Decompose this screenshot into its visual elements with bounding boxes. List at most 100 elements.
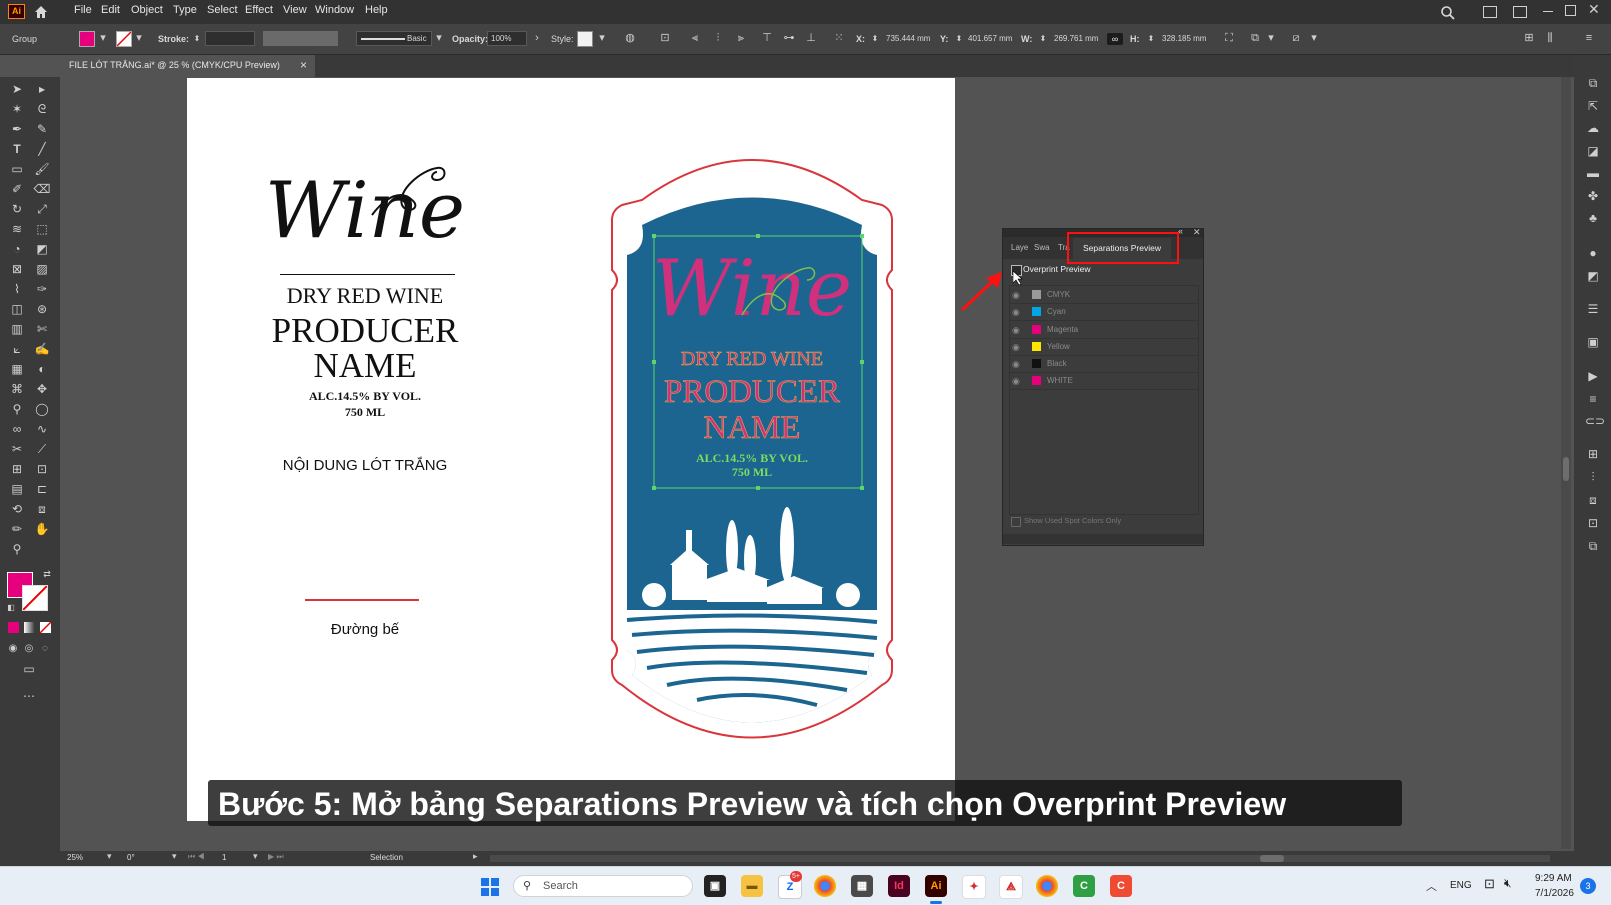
blend-tool-icon[interactable]: ◫ bbox=[8, 300, 26, 318]
artboard[interactable]: Wine DRY RED WINE PRODUCER NAME ALC.14.5… bbox=[187, 78, 955, 821]
zoom-tool-icon[interactable]: ⚲ bbox=[8, 540, 26, 558]
chevron-down-icon[interactable]: ▾ bbox=[253, 851, 258, 862]
chevron-right-icon[interactable]: › bbox=[530, 32, 544, 45]
arrange-icon[interactable] bbox=[1513, 6, 1527, 18]
windows-start-icon[interactable] bbox=[481, 878, 499, 896]
eyedropper-icon[interactable]: ✏ bbox=[8, 520, 26, 538]
lasso-tool-icon[interactable]: ᘓ bbox=[33, 100, 51, 118]
smooth-tool-icon[interactable]: ∿ bbox=[33, 420, 51, 438]
separations-preview-panel[interactable]: « ✕ Laye Swa Tra Separations Preview Ove… bbox=[1002, 226, 1204, 546]
stroke-panel-icon[interactable]: ≡ bbox=[1585, 391, 1601, 407]
blob-brush-tool-icon[interactable]: ◐ bbox=[33, 360, 51, 378]
file-explorer-icon[interactable]: ▬ bbox=[741, 875, 763, 897]
actions-icon[interactable]: ▶ bbox=[1585, 368, 1601, 384]
ellipse-tool-icon[interactable]: ◯ bbox=[33, 400, 51, 418]
artboard-number[interactable]: 1 bbox=[222, 853, 226, 862]
rotate-view-tool-icon[interactable]: ⟲ bbox=[8, 500, 26, 518]
chevron-down-icon[interactable]: ▾ bbox=[1307, 32, 1321, 45]
color-guide-icon[interactable]: ◪ bbox=[1585, 143, 1601, 159]
brushes-icon[interactable]: ✤ bbox=[1585, 188, 1601, 204]
language-indicator[interactable]: ENG bbox=[1450, 880, 1472, 891]
show-spot-colors-label[interactable]: Show Used Spot Colors Only bbox=[1024, 516, 1121, 525]
chart-tool-icon[interactable]: ▤ bbox=[8, 480, 26, 498]
gradient-tool-icon[interactable]: ▨ bbox=[33, 260, 51, 278]
brush-definition[interactable]: Basic bbox=[356, 31, 432, 46]
curvature-tool-icon[interactable]: ✎ bbox=[33, 120, 51, 138]
menu-icon[interactable]: ≡ bbox=[1582, 32, 1596, 45]
symbol-sprayer-tool-icon[interactable]: ⊛ bbox=[33, 300, 51, 318]
stepper-icon[interactable]: ⬍ bbox=[1036, 32, 1050, 45]
chevron-up-icon[interactable]: ︿ bbox=[1426, 878, 1437, 894]
libraries-icon[interactable]: ☁ bbox=[1585, 120, 1601, 136]
menu-file[interactable]: File bbox=[74, 4, 92, 16]
home-icon[interactable] bbox=[33, 4, 49, 20]
minimize-icon[interactable] bbox=[1543, 11, 1553, 12]
hand-tool-icon[interactable]: ✋ bbox=[33, 520, 51, 538]
print-tiling-tool-icon[interactable]: ⧈ bbox=[33, 500, 51, 518]
join-tool-icon[interactable]: ∞ bbox=[8, 420, 26, 438]
brush-tool-icon[interactable]: ✍ bbox=[33, 340, 51, 358]
artboards-panel-icon[interactable]: ⊡ bbox=[1585, 515, 1601, 531]
live-paint-tool-icon[interactable]: ◩ bbox=[33, 240, 51, 258]
rectangle-tool-icon[interactable]: ▭ bbox=[8, 160, 26, 178]
close-tab-icon[interactable]: × bbox=[300, 58, 307, 72]
symbols-icon[interactable]: ♣ bbox=[1585, 210, 1601, 226]
taskbar-search-box[interactable]: ⚲ Search bbox=[513, 875, 693, 897]
menu-effect[interactable]: Effect bbox=[245, 4, 273, 16]
column-graph-tool-icon[interactable]: ▥ bbox=[8, 320, 26, 338]
chevron-down-icon[interactable]: ▾ bbox=[107, 851, 112, 862]
align-bottom-icon[interactable]: ⊥ bbox=[804, 32, 818, 45]
green-app-icon[interactable]: C bbox=[1073, 875, 1095, 897]
stepper-icon[interactable]: ⬍ bbox=[952, 32, 966, 45]
rotation-angle[interactable]: 0° bbox=[127, 853, 135, 862]
draw-inside-icon[interactable]: ◌ bbox=[36, 640, 54, 658]
direct-selection-tool-icon[interactable]: ▸ bbox=[33, 80, 51, 98]
search-icon[interactable] bbox=[1440, 5, 1456, 21]
zoom-level[interactable]: 25% bbox=[67, 853, 83, 862]
horizontal-scroll-thumb[interactable] bbox=[1260, 855, 1284, 862]
transform-icon[interactable]: ⊡ bbox=[658, 32, 672, 45]
recolor-icon[interactable]: ◍ bbox=[623, 32, 637, 45]
close-window-icon[interactable]: ✕ bbox=[1588, 1, 1600, 18]
acrobat-icon[interactable]: ⟁ bbox=[999, 875, 1023, 899]
menu-view[interactable]: View bbox=[283, 4, 307, 16]
wine-label-artwork[interactable]: Wine DRY RED WINE PRODUCER NAME ALC.14.5… bbox=[582, 140, 922, 740]
chevron-down-icon[interactable]: ▾ bbox=[172, 851, 177, 862]
menu-window[interactable]: Window bbox=[315, 4, 354, 16]
perspective-grid-tool-icon[interactable]: ⊠ bbox=[8, 260, 26, 278]
eyedropper-tool-icon[interactable]: ⌇ bbox=[8, 280, 26, 298]
measure-tool-icon[interactable]: ✑ bbox=[33, 280, 51, 298]
document-info-icon[interactable]: ▣ bbox=[1585, 334, 1601, 350]
gradient-mode-icon[interactable] bbox=[24, 622, 35, 633]
first-artboard-icon[interactable]: ⏮ ◀ bbox=[188, 852, 205, 862]
align-left-icon[interactable]: ⫷ bbox=[688, 32, 702, 45]
menu-object[interactable]: Object bbox=[131, 4, 163, 16]
chevron-down-icon[interactable]: ▾ bbox=[432, 32, 446, 45]
align-right-icon[interactable]: ⫸ bbox=[734, 32, 748, 45]
align-panel-icon[interactable]: ⫶ bbox=[1585, 469, 1601, 485]
last-artboard-icon[interactable]: ▶ ⏭ bbox=[268, 852, 284, 862]
artboard-tool-icon[interactable]: ✄ bbox=[33, 320, 51, 338]
chrome-profile-icon[interactable] bbox=[1036, 875, 1058, 897]
arrange-documents-icon[interactable]: ⊞ bbox=[1522, 32, 1536, 45]
magic-wand-tool-icon[interactable]: ✶ bbox=[8, 100, 26, 118]
scissors-tool-icon[interactable]: ✂ bbox=[8, 440, 26, 458]
chevron-down-icon[interactable]: ▾ bbox=[595, 32, 609, 45]
layers-panel-icon[interactable]: ⧉ bbox=[1585, 538, 1601, 554]
artboard-crop-icon[interactable]: ⊡ bbox=[33, 460, 51, 478]
menu-help[interactable]: Help bbox=[365, 4, 388, 16]
pdf-tool-icon[interactable]: ✦ bbox=[962, 875, 986, 899]
links-icon[interactable]: ⊂⊃ bbox=[1585, 413, 1605, 429]
shaper-tool-icon[interactable]: ✐ bbox=[8, 180, 26, 198]
free-transform-tool-icon[interactable]: ⬚ bbox=[33, 220, 51, 238]
pathfinder-icon[interactable]: ⧈ bbox=[1585, 492, 1601, 508]
menu-type[interactable]: Type bbox=[173, 4, 197, 16]
chrome-icon[interactable] bbox=[814, 875, 836, 897]
horizontal-scrollbar[interactable] bbox=[490, 855, 1550, 862]
color-mode-icon[interactable] bbox=[8, 622, 19, 633]
fill-swatch[interactable] bbox=[79, 31, 95, 47]
notification-badge[interactable]: 3 bbox=[1580, 878, 1596, 894]
perspective-icon[interactable]: ⧄ bbox=[1289, 32, 1303, 45]
paintbrush-tool-icon[interactable]: 🖌 bbox=[33, 160, 51, 178]
reference-point-icon[interactable]: ⁙ bbox=[832, 32, 846, 45]
